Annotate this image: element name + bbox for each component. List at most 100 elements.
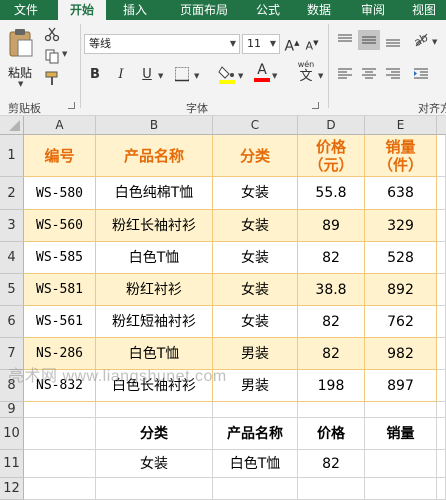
cell-a5[interactable]: WS-581 bbox=[24, 274, 96, 306]
font-color-button[interactable]: A bbox=[254, 62, 270, 84]
cell-c10[interactable]: 产品名称 bbox=[213, 418, 298, 450]
cell-a11[interactable] bbox=[24, 450, 96, 478]
column-header-c[interactable]: C bbox=[213, 116, 298, 135]
cell-f5[interactable] bbox=[437, 274, 446, 306]
cell-d4[interactable]: 82 bbox=[298, 242, 365, 274]
chevron-down-icon[interactable]: ▼ bbox=[318, 72, 323, 80]
italic-button[interactable]: I bbox=[112, 66, 130, 84]
chevron-down-icon[interactable]: ▼ bbox=[272, 72, 277, 80]
cell-e4[interactable]: 528 bbox=[365, 242, 437, 274]
cell-f7[interactable] bbox=[437, 338, 446, 370]
cell-c4[interactable]: 女装 bbox=[213, 242, 298, 274]
align-center-icon[interactable] bbox=[360, 66, 378, 82]
cell-e2[interactable]: 638 bbox=[365, 177, 437, 210]
cell-b8[interactable]: 白色长袖衬衫 bbox=[96, 370, 213, 402]
cell-f10[interactable] bbox=[437, 418, 446, 450]
cell-b12[interactable] bbox=[96, 478, 213, 500]
cell-f6[interactable] bbox=[437, 306, 446, 338]
cell-b9[interactable] bbox=[96, 402, 213, 418]
cell-c5[interactable]: 女装 bbox=[213, 274, 298, 306]
tab-page-layout[interactable]: 页面布局 bbox=[168, 0, 240, 20]
cell-f12[interactable] bbox=[437, 478, 446, 500]
cell-e8[interactable]: 897 bbox=[365, 370, 437, 402]
cell-d10[interactable]: 价格 bbox=[298, 418, 365, 450]
align-middle-button[interactable] bbox=[358, 30, 380, 50]
chevron-down-icon[interactable]: ▼ bbox=[238, 72, 243, 80]
tab-view[interactable]: 视图 bbox=[404, 0, 444, 20]
row-header-8[interactable]: 8 bbox=[0, 370, 24, 402]
cell-d1[interactable]: 价格 （元） bbox=[298, 135, 365, 177]
cell-c8[interactable]: 男装 bbox=[213, 370, 298, 402]
column-header-e[interactable]: E bbox=[365, 116, 437, 135]
cell-e5[interactable]: 892 bbox=[365, 274, 437, 306]
cell-f8[interactable] bbox=[437, 370, 446, 402]
cell-a3[interactable]: WS-560 bbox=[24, 210, 96, 242]
tab-file[interactable]: 文件 bbox=[4, 0, 48, 20]
cell-e7[interactable]: 982 bbox=[365, 338, 437, 370]
cell-c2[interactable]: 女装 bbox=[213, 177, 298, 210]
align-top-icon[interactable] bbox=[336, 32, 354, 48]
cell-e10[interactable]: 销量 bbox=[365, 418, 437, 450]
row-header-9[interactable]: 9 bbox=[0, 402, 24, 418]
paste-button[interactable]: 粘贴 ▼ bbox=[4, 26, 38, 88]
row-header-4[interactable]: 4 bbox=[0, 242, 24, 274]
column-header-b[interactable]: B bbox=[96, 116, 213, 135]
align-bottom-icon[interactable] bbox=[384, 32, 402, 48]
tab-home[interactable]: 开始 bbox=[58, 0, 106, 20]
cell-e6[interactable]: 762 bbox=[365, 306, 437, 338]
cell-d2[interactable]: 55.8 bbox=[298, 177, 365, 210]
cell-d12[interactable] bbox=[298, 478, 365, 500]
format-painter-icon[interactable] bbox=[44, 70, 60, 86]
clipboard-launcher-icon[interactable] bbox=[68, 102, 75, 109]
cell-e11[interactable] bbox=[365, 450, 437, 478]
cell-c6[interactable]: 女装 bbox=[213, 306, 298, 338]
cell-b5[interactable]: 粉红衬衫 bbox=[96, 274, 213, 306]
cell-c9[interactable] bbox=[213, 402, 298, 418]
cell-e12[interactable] bbox=[365, 478, 437, 500]
chevron-down-icon[interactable]: ▼ bbox=[194, 72, 199, 80]
cell-b11[interactable]: 女装 bbox=[96, 450, 213, 478]
row-header-2[interactable]: 2 bbox=[0, 177, 24, 210]
row-header-11[interactable]: 11 bbox=[0, 450, 24, 478]
cell-e3[interactable]: 329 bbox=[365, 210, 437, 242]
cell-f1[interactable] bbox=[437, 135, 446, 177]
row-header-6[interactable]: 6 bbox=[0, 306, 24, 338]
cell-a12[interactable] bbox=[24, 478, 96, 500]
cell-f9[interactable] bbox=[437, 402, 446, 418]
font-size-select[interactable]: 11 ▼ bbox=[242, 34, 280, 54]
column-header-a[interactable]: A bbox=[24, 116, 96, 135]
cell-d7[interactable]: 82 bbox=[298, 338, 365, 370]
chevron-down-icon[interactable]: ▼ bbox=[432, 38, 437, 46]
cell-b3[interactable]: 粉红长袖衬衫 bbox=[96, 210, 213, 242]
indent-icon[interactable] bbox=[412, 66, 430, 82]
align-right-icon[interactable] bbox=[384, 66, 402, 82]
cell-a7[interactable]: NS-286 bbox=[24, 338, 96, 370]
row-header-3[interactable]: 3 bbox=[0, 210, 24, 242]
select-all-corner[interactable] bbox=[0, 116, 24, 135]
font-name-select[interactable]: 等线 ▼ bbox=[84, 34, 240, 54]
cell-a4[interactable]: WS-585 bbox=[24, 242, 96, 274]
tab-data[interactable]: 数据 bbox=[296, 0, 342, 20]
cell-f11[interactable] bbox=[437, 450, 446, 478]
cell-e1[interactable]: 销量 （件） bbox=[365, 135, 437, 177]
cell-a10[interactable] bbox=[24, 418, 96, 450]
cell-b6[interactable]: 粉红短袖衬衫 bbox=[96, 306, 213, 338]
cell-c11[interactable]: 白色T恤 bbox=[213, 450, 298, 478]
row-header-1[interactable]: 1 bbox=[0, 135, 24, 177]
increase-font-size-button[interactable]: A▲ bbox=[284, 34, 300, 56]
cell-c1[interactable]: 分类 bbox=[213, 135, 298, 177]
fill-color-icon[interactable] bbox=[218, 64, 236, 84]
row-header-12[interactable]: 12 bbox=[0, 478, 24, 500]
row-header-5[interactable]: 5 bbox=[0, 274, 24, 306]
cell-c3[interactable]: 女装 bbox=[213, 210, 298, 242]
cell-b2[interactable]: 白色纯棉T恤 bbox=[96, 177, 213, 210]
cell-d3[interactable]: 89 bbox=[298, 210, 365, 242]
bold-button[interactable]: B bbox=[86, 66, 104, 84]
cell-a1[interactable]: 编号 bbox=[24, 135, 96, 177]
column-header-f[interactable] bbox=[437, 116, 446, 135]
cut-icon[interactable] bbox=[44, 26, 60, 42]
cell-d11[interactable]: 82 bbox=[298, 450, 365, 478]
cell-a8[interactable]: NS-832 bbox=[24, 370, 96, 402]
cell-d6[interactable]: 82 bbox=[298, 306, 365, 338]
cell-a2[interactable]: WS-580 bbox=[24, 177, 96, 210]
